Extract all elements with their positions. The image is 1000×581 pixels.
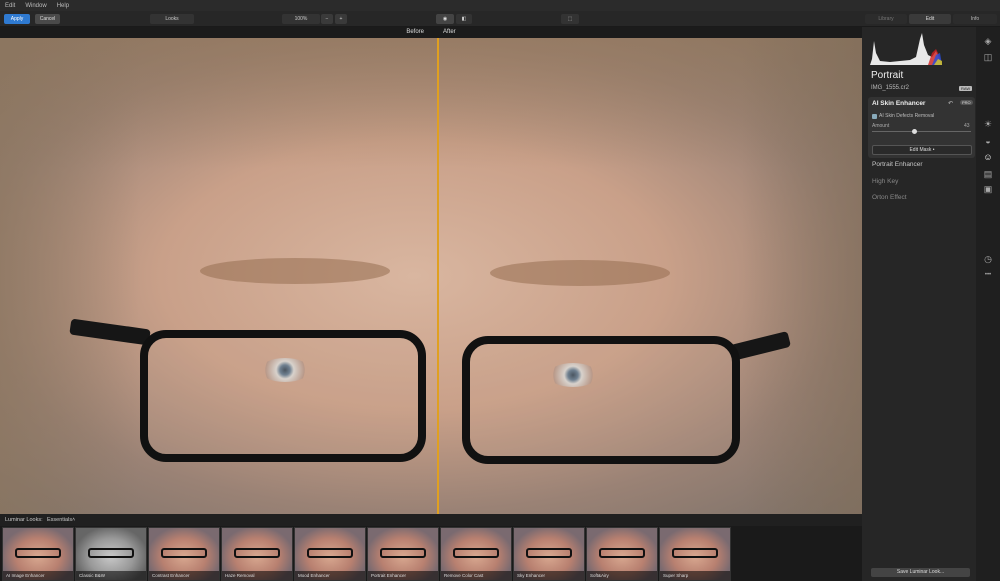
looks-category-dropdown[interactable]: Essentials: [47, 517, 72, 523]
look-label: Portrait Enhancer: [368, 571, 438, 580]
look-label: Haze Removal: [222, 571, 292, 580]
looks-header: Luminar Looks: Essentials ˄: [0, 514, 862, 526]
apply-button[interactable]: Apply: [4, 14, 30, 24]
more-icon[interactable]: •••: [982, 269, 994, 281]
history-icon[interactable]: ◷: [982, 253, 994, 265]
amount-label: Amount: [872, 123, 890, 129]
eye-right: [548, 363, 598, 387]
thumbnail-glasses: [307, 548, 353, 558]
look-thumbnail[interactable]: Mood Enhancer: [294, 527, 366, 581]
amount-slider[interactable]: [872, 129, 971, 134]
look-label: AI Image Enhancer: [3, 571, 73, 580]
glasses-lens-right: [462, 336, 740, 464]
look-label: Super Sharp: [660, 571, 730, 580]
filter-title[interactable]: AI Skin Enhancer: [872, 100, 925, 107]
file-name: IMG_1555.cr2: [871, 85, 910, 91]
sun-icon[interactable]: ☀: [982, 118, 994, 130]
compare-icon[interactable]: ◧: [456, 14, 472, 24]
look-thumbnail[interactable]: AI Image Enhancer: [2, 527, 74, 581]
look-label: Classic B&W: [76, 571, 146, 580]
glasses-lens-left: [140, 330, 426, 462]
ai-skin-enhancer-filter: AI Skin Enhancer ↶ PRO AI Skin Defects R…: [868, 97, 975, 158]
filter-portrait-enhancer[interactable]: Portrait Enhancer: [872, 161, 923, 168]
looks-strip: AI Image Enhancer Classic B&W Contrast Enh…: [0, 526, 862, 581]
menu-help[interactable]: Help: [57, 3, 69, 9]
collapse-icon[interactable]: ˄: [72, 517, 75, 523]
eyebrow-left: [200, 258, 390, 284]
thumbnail-glasses: [526, 548, 572, 558]
face-icon[interactable]: ☺: [982, 151, 994, 163]
thumbnail-glasses: [234, 548, 280, 558]
menu-edit[interactable]: Edit: [5, 3, 15, 9]
columns-icon[interactable]: ◫: [982, 51, 994, 63]
pro-icon[interactable]: ▤: [982, 168, 994, 180]
skin-defects-label: AI Skin Defects Removal: [879, 113, 935, 119]
top-toolbar: Apply Cancel Looks 100% − + ◉ ◧ ⬚ Librar…: [0, 11, 1000, 27]
skin-defects-checkbox[interactable]: [872, 114, 877, 119]
edit-mask-button[interactable]: Edit Mask •: [872, 145, 972, 155]
thumbnail-glasses: [380, 548, 426, 558]
pro-badge[interactable]: PRO: [960, 100, 973, 105]
looks-button[interactable]: Looks: [150, 14, 194, 24]
tab-library[interactable]: Library: [865, 14, 907, 24]
filter-high-key[interactable]: High Key: [872, 178, 898, 185]
tab-edit[interactable]: Edit: [909, 14, 951, 24]
compare-divider-handle[interactable]: [437, 38, 439, 514]
thumbnail-glasses: [672, 548, 718, 558]
look-thumbnail[interactable]: Super Sharp: [659, 527, 731, 581]
hair-right: [742, 38, 862, 514]
right-icon-rail: ◈ ◫ ☀ ◒ ☺ ▤ ▣ ◷ •••: [976, 27, 1000, 581]
look-thumbnail[interactable]: Classic B&W: [75, 527, 147, 581]
palette-icon[interactable]: ◒: [982, 135, 994, 147]
look-label: Remove Color Cast: [441, 571, 511, 580]
look-thumbnail[interactable]: Sky Enhancer: [513, 527, 585, 581]
menu-window[interactable]: Window: [25, 3, 46, 9]
zoom-out-button[interactable]: −: [321, 14, 333, 24]
thumbnail-glasses: [15, 548, 61, 558]
histogram: [870, 33, 942, 65]
right-panel: Portrait IMG_1555.cr2 RAW AI Skin Enhanc…: [862, 27, 976, 581]
filter-orton-effect[interactable]: Orton Effect: [872, 194, 907, 201]
before-label: Before: [406, 29, 424, 35]
cancel-button[interactable]: Cancel: [35, 14, 60, 24]
eye-left: [260, 358, 310, 382]
thumbnail-glasses: [599, 548, 645, 558]
save-look-button[interactable]: Save Luminar Look...: [871, 568, 970, 577]
look-thumbnail[interactable]: Haze Removal: [221, 527, 293, 581]
look-label: Sky Enhancer: [514, 571, 584, 580]
look-thumbnail[interactable]: Remove Color Cast: [440, 527, 512, 581]
look-label: Soft&Airy: [587, 571, 657, 580]
after-label: After: [443, 29, 456, 35]
hair-left: [0, 38, 140, 514]
look-label: Mood Enhancer: [295, 571, 365, 580]
photo-canvas[interactable]: [0, 38, 862, 514]
thumbnail-glasses: [453, 548, 499, 558]
menu-bar: Edit Window Help: [0, 0, 1000, 11]
look-thumbnail[interactable]: Soft&Airy: [586, 527, 658, 581]
look-label: Contrast Enhancer: [149, 571, 219, 580]
looks-label: Luminar Looks:: [5, 517, 43, 523]
look-thumbnail[interactable]: Portrait Enhancer: [367, 527, 439, 581]
zoom-level[interactable]: 100%: [282, 14, 320, 24]
briefcase-icon[interactable]: ▣: [982, 183, 994, 195]
layers-icon[interactable]: ◈: [982, 35, 994, 47]
tab-info[interactable]: Info: [953, 14, 997, 24]
eye-icon[interactable]: ◉: [436, 14, 454, 24]
look-thumbnail[interactable]: Contrast Enhancer: [148, 527, 220, 581]
before-after-bar: Before After: [0, 27, 862, 38]
thumbnail-glasses: [161, 548, 207, 558]
crop-icon[interactable]: ⬚: [561, 14, 579, 24]
amount-slider-handle[interactable]: [912, 129, 918, 134]
amount-value: 43: [964, 123, 970, 129]
undo-icon[interactable]: ↶: [948, 100, 953, 107]
panel-title: Portrait: [871, 70, 904, 81]
zoom-in-button[interactable]: +: [335, 14, 347, 24]
raw-badge: RAW: [959, 86, 973, 91]
eyebrow-right: [490, 260, 670, 286]
thumbnail-glasses: [88, 548, 134, 558]
